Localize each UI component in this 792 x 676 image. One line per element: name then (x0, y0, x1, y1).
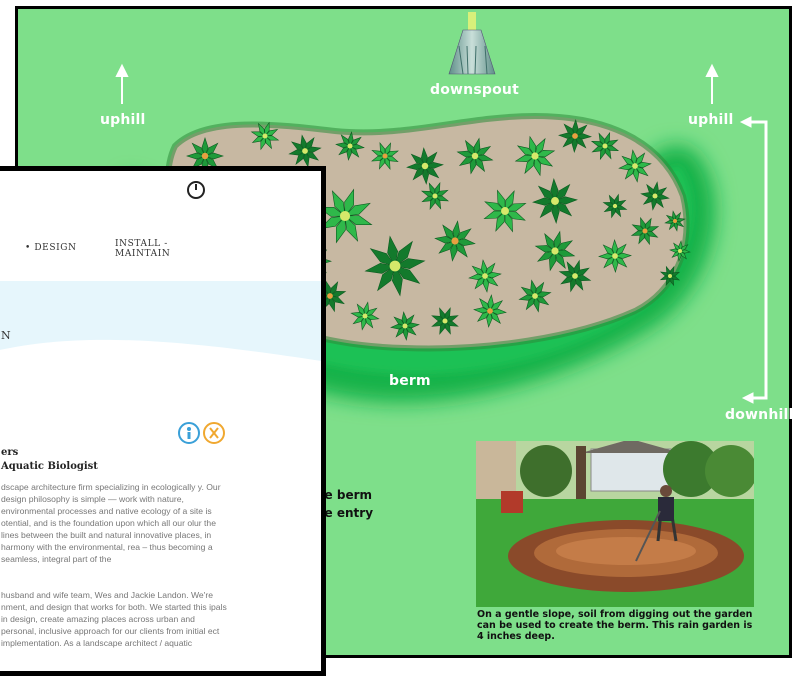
hero-title-fragment: N (1, 329, 11, 342)
photo-caption: On a gentle slope, soil from digging out… (477, 609, 753, 642)
downhill-label: downhill (725, 407, 792, 423)
partial-caption-text: he berm he entry (316, 486, 476, 522)
bio-paragraph-1: dscape architecture firm specializing in… (1, 482, 221, 564)
uphill-label-left: uphill (100, 112, 146, 128)
power-icon[interactable] (187, 181, 205, 199)
nav-install-line-1: INSTALL - (115, 239, 168, 249)
website-screenshot-overlay: • DESIGN INSTALL - MAINTAIN N ers Aquati… (0, 166, 326, 676)
nav-link-design[interactable]: • DESIGN (25, 243, 77, 253)
hero-banner (0, 281, 321, 373)
nav-link-install-maintain[interactable]: INSTALL - MAINTAIN (115, 239, 170, 259)
berm-label: berm (389, 373, 431, 389)
bio-heading-line-2: Aquatic Biologist (1, 461, 98, 472)
downspout-label: downspout (430, 82, 519, 98)
person-icon[interactable] (178, 422, 200, 444)
uphill-label-right: uphill (688, 112, 734, 128)
tools-icon[interactable] (203, 422, 225, 444)
berm-photo-image (476, 439, 757, 607)
berm-photo (476, 439, 757, 607)
partial-text-line-1: he berm (316, 488, 373, 502)
nav-install-line-2: MAINTAIN (115, 249, 171, 259)
partial-text-line-2: he entry (316, 506, 374, 520)
bio-heading-line-1: ers (1, 447, 19, 458)
hero-wave (0, 339, 321, 373)
bio-paragraph-2: husband and wife team, Wes and Jackie La… (1, 590, 227, 648)
